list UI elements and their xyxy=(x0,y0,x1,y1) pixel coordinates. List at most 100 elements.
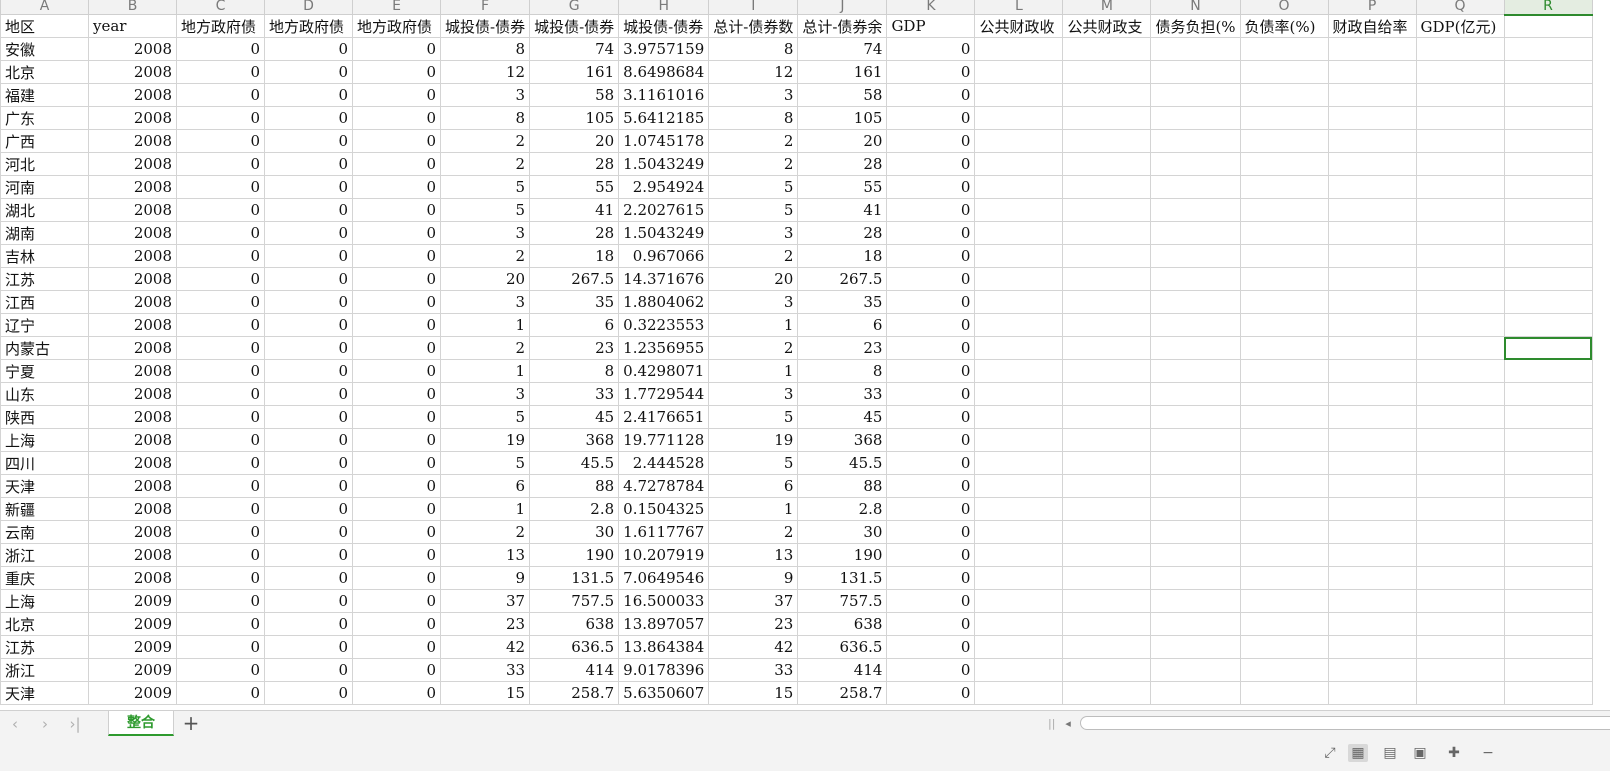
cell[interactable]: 5 xyxy=(439,175,531,199)
cell[interactable]: 2 xyxy=(439,244,531,268)
cell[interactable]: 2.2027615 xyxy=(618,198,710,222)
cell[interactable]: 414 xyxy=(529,658,620,682)
header-cell[interactable]: 地方政府债 xyxy=(176,14,265,38)
cell[interactable]: 2008 xyxy=(88,37,177,61)
scrollbar-thumb[interactable] xyxy=(1080,716,1610,730)
cell[interactable]: 0 xyxy=(176,635,265,659)
cell[interactable]: 0 xyxy=(886,543,976,567)
cell[interactable]: 0 xyxy=(352,474,441,498)
cell[interactable]: 2008 xyxy=(88,382,177,406)
cell[interactable] xyxy=(1415,336,1505,360)
cell[interactable]: 4.7278784 xyxy=(618,474,710,498)
cell[interactable] xyxy=(974,359,1064,383)
cell[interactable]: 0 xyxy=(352,152,441,176)
cell[interactable]: 42 xyxy=(439,635,531,659)
cell[interactable]: 2008 xyxy=(88,244,177,268)
cell[interactable] xyxy=(1327,267,1417,291)
normal-view-icon[interactable]: ▦ xyxy=(1348,744,1368,762)
cell[interactable] xyxy=(1150,543,1241,567)
cell[interactable] xyxy=(1327,497,1417,521)
cell[interactable] xyxy=(1150,474,1241,498)
cell[interactable] xyxy=(1239,83,1329,107)
cell[interactable]: 浙江 xyxy=(0,543,89,567)
cell[interactable]: 0 xyxy=(886,129,976,153)
cell[interactable]: 0 xyxy=(886,175,976,199)
cell[interactable]: 0 xyxy=(886,244,976,268)
cell[interactable] xyxy=(1062,589,1152,613)
cell[interactable]: 0 xyxy=(886,336,976,360)
cell[interactable] xyxy=(1415,451,1505,475)
header-cell[interactable]: 城投债-债券 xyxy=(439,14,531,38)
cell[interactable] xyxy=(1503,681,1593,705)
cell[interactable] xyxy=(1239,428,1329,452)
scroll-left-icon[interactable]: ◂ xyxy=(1062,716,1074,732)
cell[interactable]: 2008 xyxy=(88,83,177,107)
cell[interactable]: 20 xyxy=(439,267,531,291)
cell[interactable] xyxy=(974,428,1064,452)
column-header-P[interactable]: P xyxy=(1327,0,1417,15)
column-header-I[interactable]: I xyxy=(708,0,799,15)
cell[interactable]: 3.1161016 xyxy=(618,83,710,107)
cell[interactable]: 0 xyxy=(264,106,353,130)
cell[interactable]: 5 xyxy=(439,198,531,222)
header-cell[interactable]: 城投债-债券 xyxy=(618,14,710,38)
cell[interactable] xyxy=(1239,37,1329,61)
cell[interactable] xyxy=(1150,313,1241,337)
cell[interactable] xyxy=(1327,612,1417,636)
cell[interactable]: 0.4298071 xyxy=(618,359,710,383)
cell[interactable] xyxy=(1062,313,1152,337)
cell[interactable]: 江西 xyxy=(0,290,89,314)
cell[interactable] xyxy=(1503,129,1593,153)
cell[interactable]: 1 xyxy=(439,313,531,337)
cell[interactable]: 0 xyxy=(264,267,353,291)
cell[interactable]: 广西 xyxy=(0,129,89,153)
cell[interactable] xyxy=(1327,681,1417,705)
column-header-C[interactable]: C xyxy=(176,0,265,15)
cell[interactable]: 3 xyxy=(708,83,799,107)
cell[interactable]: 8 xyxy=(439,37,531,61)
cell[interactable] xyxy=(1062,658,1152,682)
cell[interactable]: 河北 xyxy=(0,152,89,176)
cell[interactable]: 6 xyxy=(708,474,799,498)
cell[interactable] xyxy=(1150,520,1241,544)
cell[interactable]: 0 xyxy=(176,313,265,337)
cell[interactable] xyxy=(1239,382,1329,406)
cell[interactable] xyxy=(1503,543,1593,567)
cell[interactable]: 0 xyxy=(352,37,441,61)
column-header-L[interactable]: L xyxy=(974,0,1064,15)
cell[interactable] xyxy=(1239,359,1329,383)
cell[interactable] xyxy=(1239,520,1329,544)
cell[interactable]: 5 xyxy=(439,451,531,475)
cell[interactable]: 0 xyxy=(176,382,265,406)
cell[interactable]: 0 xyxy=(176,428,265,452)
cell[interactable]: 吉林 xyxy=(0,244,89,268)
cell[interactable]: 13 xyxy=(439,543,531,567)
cell[interactable]: 2 xyxy=(439,520,531,544)
cell[interactable] xyxy=(1062,382,1152,406)
cell[interactable]: 3.9757159 xyxy=(618,37,710,61)
cell[interactable]: 0 xyxy=(352,658,441,682)
cell[interactable]: 0 xyxy=(352,336,441,360)
column-header-G[interactable]: G xyxy=(529,0,620,15)
cell[interactable]: 55 xyxy=(529,175,620,199)
column-header-O[interactable]: O xyxy=(1239,0,1329,15)
cell[interactable]: 3 xyxy=(708,382,799,406)
cell[interactable] xyxy=(1415,313,1505,337)
cell[interactable]: 浙江 xyxy=(0,658,89,682)
cell[interactable] xyxy=(1062,359,1152,383)
cell[interactable]: 33 xyxy=(439,658,531,682)
cell[interactable]: 0 xyxy=(352,244,441,268)
cell[interactable]: 0 xyxy=(176,658,265,682)
cell[interactable]: 0 xyxy=(176,336,265,360)
header-cell[interactable]: 地方政府债 xyxy=(352,14,441,38)
cell[interactable]: 山东 xyxy=(0,382,89,406)
cell[interactable]: 2 xyxy=(708,129,799,153)
cell[interactable]: 3 xyxy=(439,221,531,245)
cell[interactable]: 四川 xyxy=(0,451,89,475)
cell[interactable]: 8 xyxy=(797,359,888,383)
cell[interactable] xyxy=(974,405,1064,429)
cell[interactable]: 161 xyxy=(529,60,620,84)
cell[interactable] xyxy=(1415,221,1505,245)
cell[interactable]: 0 xyxy=(352,290,441,314)
cell[interactable]: 2008 xyxy=(88,405,177,429)
